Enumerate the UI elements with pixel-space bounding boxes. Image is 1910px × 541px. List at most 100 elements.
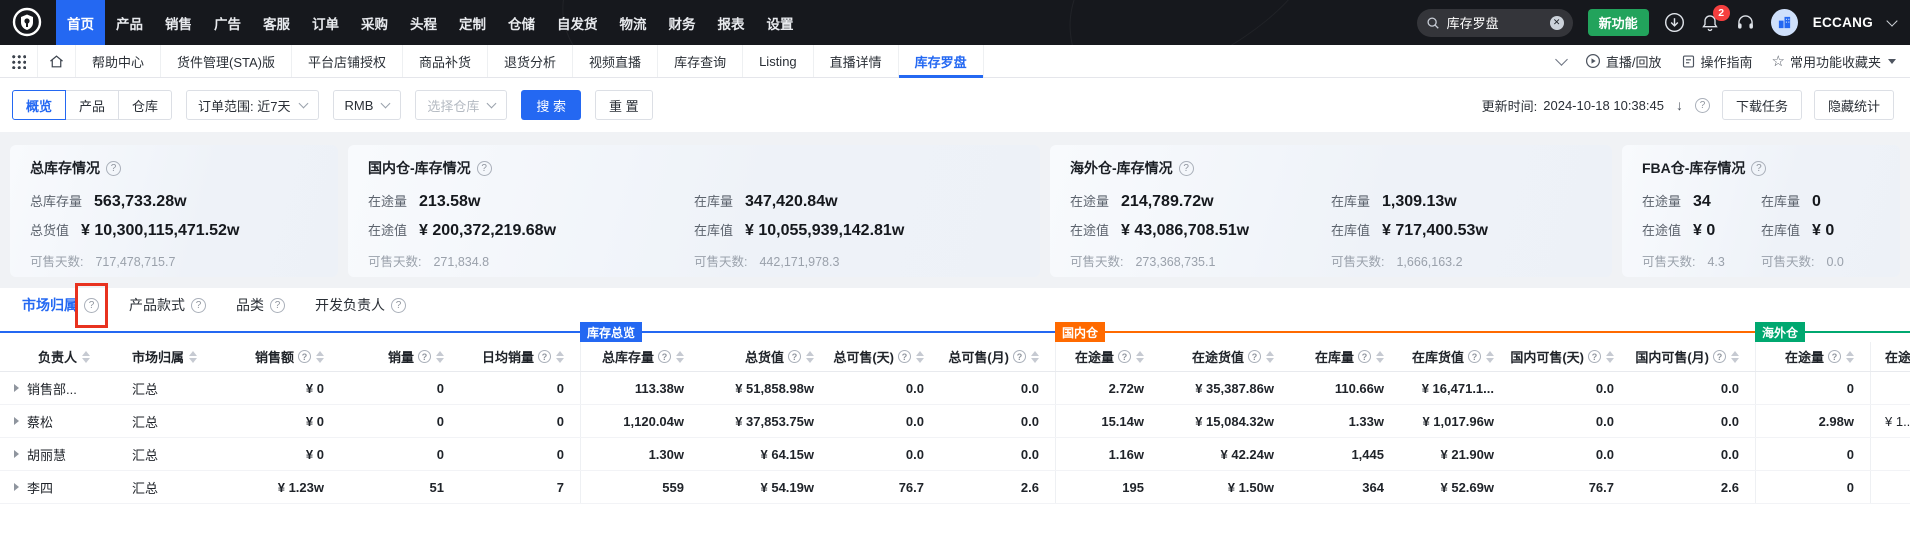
- account-chevron-icon[interactable]: [1886, 15, 1897, 26]
- nav-item-14[interactable]: 报表: [707, 0, 756, 45]
- column-header-5[interactable]: 日均销量: [460, 342, 580, 371]
- help-icon[interactable]: [84, 298, 99, 313]
- page-tab-2[interactable]: 货件管理(STA)版: [161, 45, 292, 77]
- column-header-6[interactable]: 总库存量: [580, 342, 700, 371]
- account-name[interactable]: ECCANG: [1813, 15, 1873, 30]
- dimension-tab-4[interactable]: 开发负责人: [315, 295, 406, 315]
- table-row-4[interactable]: 李四汇总¥ 1.23w517559¥ 54.19w76.72.6195¥ 1.5…: [0, 471, 1910, 504]
- column-header-15[interactable]: 国内可售(月): [1630, 342, 1755, 371]
- view-button-3[interactable]: 仓库: [118, 90, 172, 120]
- sort-icon[interactable]: [1486, 351, 1494, 363]
- sort-icon[interactable]: [436, 351, 444, 363]
- help-icon[interactable]: [1713, 350, 1726, 363]
- expand-caret-icon[interactable]: [14, 450, 19, 458]
- help-icon[interactable]: [1468, 350, 1481, 363]
- nav-item-12[interactable]: 物流: [609, 0, 658, 45]
- nav-item-2[interactable]: 产品: [105, 0, 154, 45]
- nav-item-13[interactable]: 财务: [658, 0, 707, 45]
- help-icon[interactable]: [106, 161, 121, 176]
- help-icon[interactable]: [270, 298, 285, 313]
- collapse-tabs-icon[interactable]: [1555, 53, 1568, 66]
- clear-search-icon[interactable]: [1550, 16, 1564, 30]
- help-icon[interactable]: [1828, 350, 1841, 363]
- support-headset-icon[interactable]: [1735, 12, 1756, 33]
- sort-icon[interactable]: [189, 351, 197, 363]
- view-button-1[interactable]: 概览: [12, 90, 66, 120]
- nav-item-5[interactable]: 客服: [252, 0, 301, 45]
- nav-item-3[interactable]: 销售: [154, 0, 203, 45]
- owner-cell[interactable]: 蔡松: [0, 405, 118, 437]
- column-header-10[interactable]: 在途量: [1055, 342, 1160, 371]
- search-input[interactable]: [1447, 15, 1543, 30]
- dimension-tab-2[interactable]: 产品款式: [129, 295, 206, 315]
- hide-stats-button[interactable]: 隐藏统计: [1814, 90, 1894, 120]
- page-tab-10[interactable]: 库存罗盘: [899, 45, 984, 77]
- column-header-17[interactable]: 在途货值: [1870, 342, 1910, 371]
- new-feature-button[interactable]: 新功能: [1588, 9, 1649, 36]
- table-row-2[interactable]: 蔡松汇总¥ 0001,120.04w¥ 37,853.75w0.00.015.1…: [0, 405, 1910, 438]
- nav-item-10[interactable]: 仓储: [497, 0, 546, 45]
- search-button[interactable]: 搜 索: [521, 90, 581, 120]
- page-tab-8[interactable]: Listing: [743, 45, 814, 77]
- column-header-7[interactable]: 总货值: [700, 342, 830, 371]
- download-tasks-button[interactable]: 下载任务: [1722, 90, 1802, 120]
- sort-icon[interactable]: [1136, 351, 1144, 363]
- column-header-3[interactable]: 销售额: [230, 342, 340, 371]
- owner-cell[interactable]: 李四: [0, 471, 118, 503]
- sort-icon[interactable]: [916, 351, 924, 363]
- table-row-1[interactable]: 销售部...汇总¥ 000113.38w¥ 51,858.98w0.00.02.…: [0, 372, 1910, 405]
- apps-grid-icon[interactable]: [0, 45, 38, 77]
- refresh-download-icon[interactable]: ↓: [1676, 97, 1683, 113]
- page-tab-6[interactable]: 视频直播: [573, 45, 658, 77]
- download-center-icon[interactable]: [1664, 12, 1685, 33]
- reset-button[interactable]: 重 置: [595, 90, 653, 120]
- expand-caret-icon[interactable]: [14, 483, 19, 491]
- column-header-14[interactable]: 国内可售(天): [1510, 342, 1630, 371]
- sort-icon[interactable]: [1606, 351, 1614, 363]
- help-icon[interactable]: [1179, 161, 1194, 176]
- app-logo-icon[interactable]: [12, 7, 42, 37]
- help-icon[interactable]: [538, 350, 551, 363]
- help-icon[interactable]: [1358, 350, 1371, 363]
- page-tab-4[interactable]: 商品补货: [403, 45, 488, 77]
- help-icon[interactable]: [391, 298, 406, 313]
- avatar[interactable]: [1771, 9, 1798, 36]
- column-header-13[interactable]: 在库货值: [1400, 342, 1510, 371]
- nav-item-9[interactable]: 定制: [448, 0, 497, 45]
- nav-item-6[interactable]: 订单: [301, 0, 350, 45]
- live-replay-button[interactable]: 直播/回放: [1585, 52, 1662, 71]
- sort-icon[interactable]: [1846, 351, 1854, 363]
- sort-icon[interactable]: [1376, 351, 1384, 363]
- owner-cell[interactable]: 销售部...: [0, 372, 118, 404]
- help-icon[interactable]: [418, 350, 431, 363]
- column-header-4[interactable]: 销量: [340, 342, 460, 371]
- nav-item-1[interactable]: 首页: [56, 0, 105, 45]
- help-icon[interactable]: [191, 298, 206, 313]
- order-range-select[interactable]: 订单范围: 近7天: [186, 90, 318, 120]
- help-icon[interactable]: [1751, 161, 1766, 176]
- sort-icon[interactable]: [82, 351, 90, 363]
- expand-caret-icon[interactable]: [14, 417, 19, 425]
- page-tab-9[interactable]: 直播详情: [814, 45, 899, 77]
- column-header-2[interactable]: 市场归属: [118, 342, 230, 371]
- home-icon[interactable]: [38, 45, 76, 77]
- sort-icon[interactable]: [1266, 351, 1274, 363]
- help-icon[interactable]: [658, 350, 671, 363]
- owner-cell[interactable]: 胡丽慧: [0, 438, 118, 470]
- column-header-8[interactable]: 总可售(天): [830, 342, 940, 371]
- help-icon[interactable]: [1118, 350, 1131, 363]
- dimension-tab-3[interactable]: 品类: [236, 295, 285, 315]
- favorites-button[interactable]: ☆ 常用功能收藏夹: [1772, 52, 1896, 71]
- column-header-11[interactable]: 在途货值: [1160, 342, 1290, 371]
- sort-icon[interactable]: [556, 351, 564, 363]
- dimension-tab-1[interactable]: 市场归属: [22, 295, 99, 315]
- global-search[interactable]: [1417, 9, 1573, 37]
- sort-icon[interactable]: [676, 351, 684, 363]
- expand-caret-icon[interactable]: [14, 384, 19, 392]
- help-icon[interactable]: [477, 161, 492, 176]
- help-icon[interactable]: [1248, 350, 1261, 363]
- warehouse-select[interactable]: 选择仓库: [415, 90, 507, 120]
- column-header-16[interactable]: 在途量: [1755, 342, 1870, 371]
- help-icon[interactable]: [1588, 350, 1601, 363]
- nav-item-8[interactable]: 头程: [399, 0, 448, 45]
